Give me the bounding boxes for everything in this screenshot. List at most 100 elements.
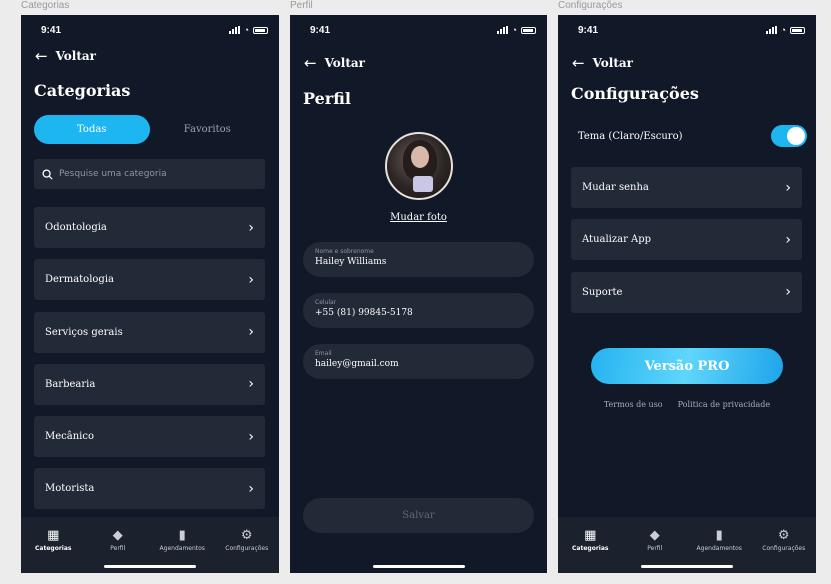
wifi-icon: ◔ xyxy=(780,25,786,35)
grid-icon: ▦ xyxy=(47,528,60,543)
tab-bar: ▦ Categorias ◆ Perfil ▮ Agendamentos ⚙ Confi… xyxy=(558,517,816,573)
footer-links: Termos de uso Politica de privacidade xyxy=(558,400,816,409)
list-item[interactable]: Dermatologia › xyxy=(34,259,265,301)
status-time: 9:41 xyxy=(578,24,599,36)
tab-perfil[interactable]: ◆ Perfil xyxy=(86,529,151,552)
bookmark-icon: ▮ xyxy=(178,528,186,543)
tab-label: Perfil xyxy=(647,545,663,552)
back-label: Voltar xyxy=(55,49,96,63)
settings-item-atualizar-app[interactable]: Atualizar App › xyxy=(571,219,802,261)
shield-icon: ◆ xyxy=(649,528,660,543)
back-button[interactable]: ← Voltar xyxy=(572,54,633,72)
page-title: Categorias xyxy=(34,81,131,100)
page-title: Perfil xyxy=(303,89,351,108)
avatar[interactable] xyxy=(385,132,453,200)
list-item-label: Motorista xyxy=(45,483,95,495)
tab-configuracoes[interactable]: ⚙ Configurações xyxy=(215,529,280,552)
tab-agendamentos[interactable]: ▮ Agendamentos xyxy=(150,529,215,552)
status-time: 9:41 xyxy=(41,24,62,36)
tab-todas[interactable]: Todas xyxy=(34,115,150,144)
change-photo-link[interactable]: Mudar foto xyxy=(290,212,547,223)
status-bar: 9:41 ◔ xyxy=(21,15,279,45)
list-item-label: Mudar senha xyxy=(582,182,649,193)
list-item-label: Barbearia xyxy=(45,378,96,390)
settings-item-mudar-senha[interactable]: Mudar senha › xyxy=(571,167,802,208)
signal-icon xyxy=(765,26,777,34)
field-value: Hailey Williams xyxy=(315,257,387,267)
list-item-label: Odontologia xyxy=(45,222,107,233)
pro-version-button[interactable]: Versão PRO xyxy=(591,348,783,384)
name-field[interactable]: Nome e sobrenome Hailey Williams xyxy=(303,242,534,277)
tab-label: Categorias xyxy=(35,545,72,552)
settings-list: Mudar senha › Atualizar App › Suporte › xyxy=(571,167,802,324)
chevron-right-icon: › xyxy=(248,271,254,288)
arrow-left-icon: ← xyxy=(304,54,317,72)
gear-icon: ⚙ xyxy=(240,528,253,543)
frame-label-configuracoes: Configurações xyxy=(558,0,623,11)
wifi-icon: ◔ xyxy=(511,25,517,35)
frame-label-perfil: Perfil xyxy=(290,0,313,11)
page-title: Configurações xyxy=(571,84,699,103)
list-item[interactable]: Serviços gerais › xyxy=(34,311,265,353)
arrow-left-icon: ← xyxy=(35,47,48,65)
status-bar: 9:41 ◔ xyxy=(290,15,547,45)
tab-configuracoes[interactable]: ⚙ Configurações xyxy=(752,529,817,552)
list-item[interactable]: Mecânico › xyxy=(34,416,265,458)
tab-agendamentos[interactable]: ▮ Agendamentos xyxy=(687,529,752,552)
search-input[interactable]: Pesquise uma categoria xyxy=(34,159,265,189)
home-indicator xyxy=(641,565,733,568)
back-label: Voltar xyxy=(324,56,365,70)
tab-perfil[interactable]: ◆ Perfil xyxy=(623,529,688,552)
back-button[interactable]: ← Voltar xyxy=(304,54,365,72)
email-field[interactable]: Email hailey@gmail.com xyxy=(303,344,534,379)
search-icon xyxy=(42,168,53,180)
chevron-right-icon: › xyxy=(248,480,254,497)
frame-label-categorias: Categorias xyxy=(21,0,70,11)
tab-categorias[interactable]: ▦ Categorias xyxy=(558,529,623,552)
settings-screen: 9:41 ◔ ← Voltar Configurações Tema (Clar… xyxy=(558,15,816,573)
list-item[interactable]: Barbearia › xyxy=(34,363,265,405)
list-item-label: Dermatologia xyxy=(45,274,114,286)
list-item-label: Mecânico xyxy=(45,431,94,443)
save-button[interactable]: Salvar xyxy=(303,498,534,533)
wifi-icon: ◔ xyxy=(243,25,249,35)
list-item-label: Suporte xyxy=(582,286,623,298)
tab-favoritos[interactable]: Favoritos xyxy=(150,115,266,144)
phone-field[interactable]: Celular +55 (81) 99845-5178 xyxy=(303,293,534,328)
tab-label: Configurações xyxy=(225,545,269,552)
back-label: Voltar xyxy=(592,56,633,70)
list-item[interactable]: Odontologia › xyxy=(34,207,265,248)
field-value: hailey@gmail.com xyxy=(315,359,399,369)
bookmark-icon: ▮ xyxy=(715,528,723,543)
tab-label: Categorias xyxy=(572,545,609,552)
privacy-link[interactable]: Politica de privacidade xyxy=(678,400,771,409)
tab-label: Perfil xyxy=(110,545,126,552)
back-button[interactable]: ← Voltar xyxy=(35,47,96,65)
terms-link[interactable]: Termos de uso xyxy=(604,400,663,409)
theme-toggle[interactable] xyxy=(771,125,807,147)
tab-label: Agendamentos xyxy=(159,545,205,552)
battery-icon xyxy=(521,26,536,34)
status-time: 9:41 xyxy=(310,24,331,36)
grid-icon: ▦ xyxy=(584,528,597,543)
tab-categorias[interactable]: ▦ Categorias xyxy=(21,529,86,552)
categories-screen: 9:41 ◔ ← Voltar Categorias Todas Favorit… xyxy=(21,15,279,573)
theme-label: Tema (Claro/Escuro) xyxy=(578,130,683,142)
battery-icon xyxy=(790,26,805,34)
settings-item-suporte[interactable]: Suporte › xyxy=(571,271,802,313)
list-item[interactable]: Motorista › xyxy=(34,468,265,510)
gear-icon: ⚙ xyxy=(777,528,790,543)
signal-icon xyxy=(228,26,240,34)
tab-label: Configurações xyxy=(762,545,806,552)
profile-screen: 9:41 ◔ ← Voltar Perfil Mudar foto Nome e… xyxy=(290,15,547,573)
status-bar: 9:41 ◔ xyxy=(558,15,816,45)
chevron-right-icon: › xyxy=(785,284,791,301)
segmented-control: Todas Favoritos xyxy=(34,115,265,144)
chevron-right-icon: › xyxy=(248,219,254,236)
chevron-right-icon: › xyxy=(248,428,254,445)
chevron-right-icon: › xyxy=(248,324,254,341)
tab-bar: ▦ Categorias ◆ Perfil ▮ Agendamentos ⚙ Confi… xyxy=(21,517,279,573)
chevron-right-icon: › xyxy=(785,179,791,196)
home-indicator xyxy=(372,565,465,568)
field-label: Nome e sobrenome xyxy=(315,248,374,255)
